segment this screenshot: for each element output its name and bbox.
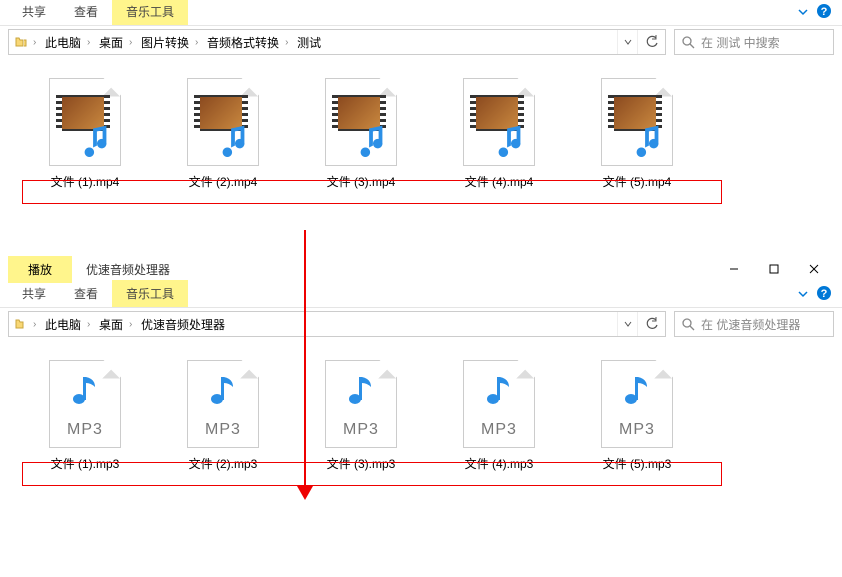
address-row: › 此电脑 › 桌面 › 图片转换 › 音频格式转换 › 测试 在 测试 中搜索 <box>0 26 842 58</box>
breadcrumb-item[interactable]: 测试 <box>291 30 327 54</box>
video-file-icon <box>325 78 397 166</box>
titlebar: 播放 优速音频处理器 <box>0 256 842 282</box>
minimize-button[interactable] <box>714 256 754 282</box>
address-bar[interactable]: › 此电脑 › 桌面 › 优速音频处理器 <box>8 311 666 337</box>
audio-file-icon: MP3 <box>601 360 673 448</box>
svg-text:?: ? <box>821 288 828 300</box>
file-item[interactable]: 文件 (4).mp4 <box>444 74 554 190</box>
file-label: 文件 (2).mp4 <box>189 173 258 190</box>
maximize-button[interactable] <box>754 256 794 282</box>
file-item[interactable]: MP3 文件 (5).mp3 <box>582 356 692 472</box>
address-dropdown-icon[interactable] <box>617 30 637 54</box>
search-icon <box>681 317 695 331</box>
mp3-label: MP3 <box>326 421 396 439</box>
breadcrumb-item[interactable]: 音频格式转换 <box>201 30 285 54</box>
breadcrumb-item[interactable]: 此电脑 <box>39 30 87 54</box>
video-file-icon <box>187 78 259 166</box>
file-list-area[interactable]: 文件 (1).mp4 文件 (2).mp4 文件 (3).mp4 文件 (4).… <box>0 58 842 228</box>
file-label: 文件 (5).mp3 <box>603 455 672 472</box>
breadcrumb-item[interactable]: 此电脑 <box>39 312 87 336</box>
video-file-icon <box>49 78 121 166</box>
file-grid: MP3 文件 (1).mp3 MP3 文件 (2).mp3 MP3 文件 (3)… <box>30 356 812 472</box>
refresh-icon[interactable] <box>637 30 665 54</box>
file-label: 文件 (1).mp3 <box>51 455 120 472</box>
file-label: 文件 (3).mp4 <box>327 173 396 190</box>
file-label: 文件 (4).mp3 <box>465 455 534 472</box>
tab-share[interactable]: 共享 <box>8 0 60 25</box>
address-dropdown-icon[interactable] <box>617 312 637 336</box>
breadcrumb-item[interactable]: 优速音频处理器 <box>135 312 231 336</box>
audio-file-icon: MP3 <box>49 360 121 448</box>
help-icon[interactable]: ? <box>816 3 832 22</box>
address-row: › 此电脑 › 桌面 › 优速音频处理器 在 优速音频处理器 <box>0 308 842 340</box>
close-button[interactable] <box>794 256 834 282</box>
mp3-label: MP3 <box>602 421 672 439</box>
help-icon[interactable]: ? <box>816 285 832 304</box>
file-label: 文件 (1).mp4 <box>51 173 120 190</box>
folder-icon <box>9 35 33 49</box>
audio-file-icon: MP3 <box>463 360 535 448</box>
tab-play[interactable]: 播放 <box>8 256 72 283</box>
file-item[interactable]: 文件 (3).mp4 <box>306 74 416 190</box>
audio-file-icon: MP3 <box>187 360 259 448</box>
ribbon-expand-icon[interactable] <box>798 288 808 302</box>
breadcrumb-item[interactable]: 桌面 <box>93 312 129 336</box>
audio-file-icon: MP3 <box>325 360 397 448</box>
file-item[interactable]: 文件 (5).mp4 <box>582 74 692 190</box>
ribbon-tabs: 共享 查看 音乐工具 ? <box>0 282 842 308</box>
refresh-icon[interactable] <box>637 312 665 336</box>
tab-music-tools[interactable]: 音乐工具 <box>112 0 188 25</box>
tab-view[interactable]: 查看 <box>60 280 112 307</box>
file-label: 文件 (2).mp3 <box>189 455 258 472</box>
file-grid: 文件 (1).mp4 文件 (2).mp4 文件 (3).mp4 文件 (4).… <box>30 74 812 190</box>
ribbon-tabs: 共享 查看 音乐工具 ? <box>0 0 842 26</box>
svg-text:?: ? <box>821 6 828 18</box>
search-icon <box>681 35 695 49</box>
search-input[interactable]: 在 优速音频处理器 <box>674 311 834 337</box>
folder-icon <box>9 317 33 331</box>
search-placeholder: 在 优速音频处理器 <box>701 316 800 333</box>
tab-share[interactable]: 共享 <box>8 280 60 307</box>
mp3-label: MP3 <box>50 421 120 439</box>
file-list-area[interactable]: MP3 文件 (1).mp3 MP3 文件 (2).mp3 MP3 文件 (3)… <box>0 340 842 510</box>
tab-view[interactable]: 查看 <box>60 0 112 25</box>
tab-music-tools[interactable]: 音乐工具 <box>112 280 188 307</box>
file-item[interactable]: 文件 (1).mp4 <box>30 74 140 190</box>
file-item[interactable]: MP3 文件 (3).mp3 <box>306 356 416 472</box>
breadcrumb-item[interactable]: 桌面 <box>93 30 129 54</box>
mp3-label: MP3 <box>464 421 534 439</box>
window-title: 优速音频处理器 <box>72 256 184 283</box>
file-item[interactable]: MP3 文件 (1).mp3 <box>30 356 140 472</box>
video-file-icon <box>601 78 673 166</box>
file-label: 文件 (5).mp4 <box>603 173 672 190</box>
ribbon-expand-icon[interactable] <box>798 6 808 20</box>
breadcrumb-item[interactable]: 图片转换 <box>135 30 195 54</box>
search-placeholder: 在 测试 中搜索 <box>701 34 780 51</box>
file-label: 文件 (4).mp4 <box>465 173 534 190</box>
search-input[interactable]: 在 测试 中搜索 <box>674 29 834 55</box>
file-item[interactable]: MP3 文件 (2).mp3 <box>168 356 278 472</box>
file-item[interactable]: 文件 (2).mp4 <box>168 74 278 190</box>
file-label: 文件 (3).mp3 <box>327 455 396 472</box>
file-item[interactable]: MP3 文件 (4).mp3 <box>444 356 554 472</box>
explorer-window-target: 播放 优速音频处理器 共享 查看 音乐工具 ? › 此电脑 › 桌面 › 优速音… <box>0 256 842 510</box>
address-bar[interactable]: › 此电脑 › 桌面 › 图片转换 › 音频格式转换 › 测试 <box>8 29 666 55</box>
mp3-label: MP3 <box>188 421 258 439</box>
video-file-icon <box>463 78 535 166</box>
explorer-window-source: 共享 查看 音乐工具 ? › 此电脑 › 桌面 › 图片转换 › 音频格式转换 … <box>0 0 842 228</box>
